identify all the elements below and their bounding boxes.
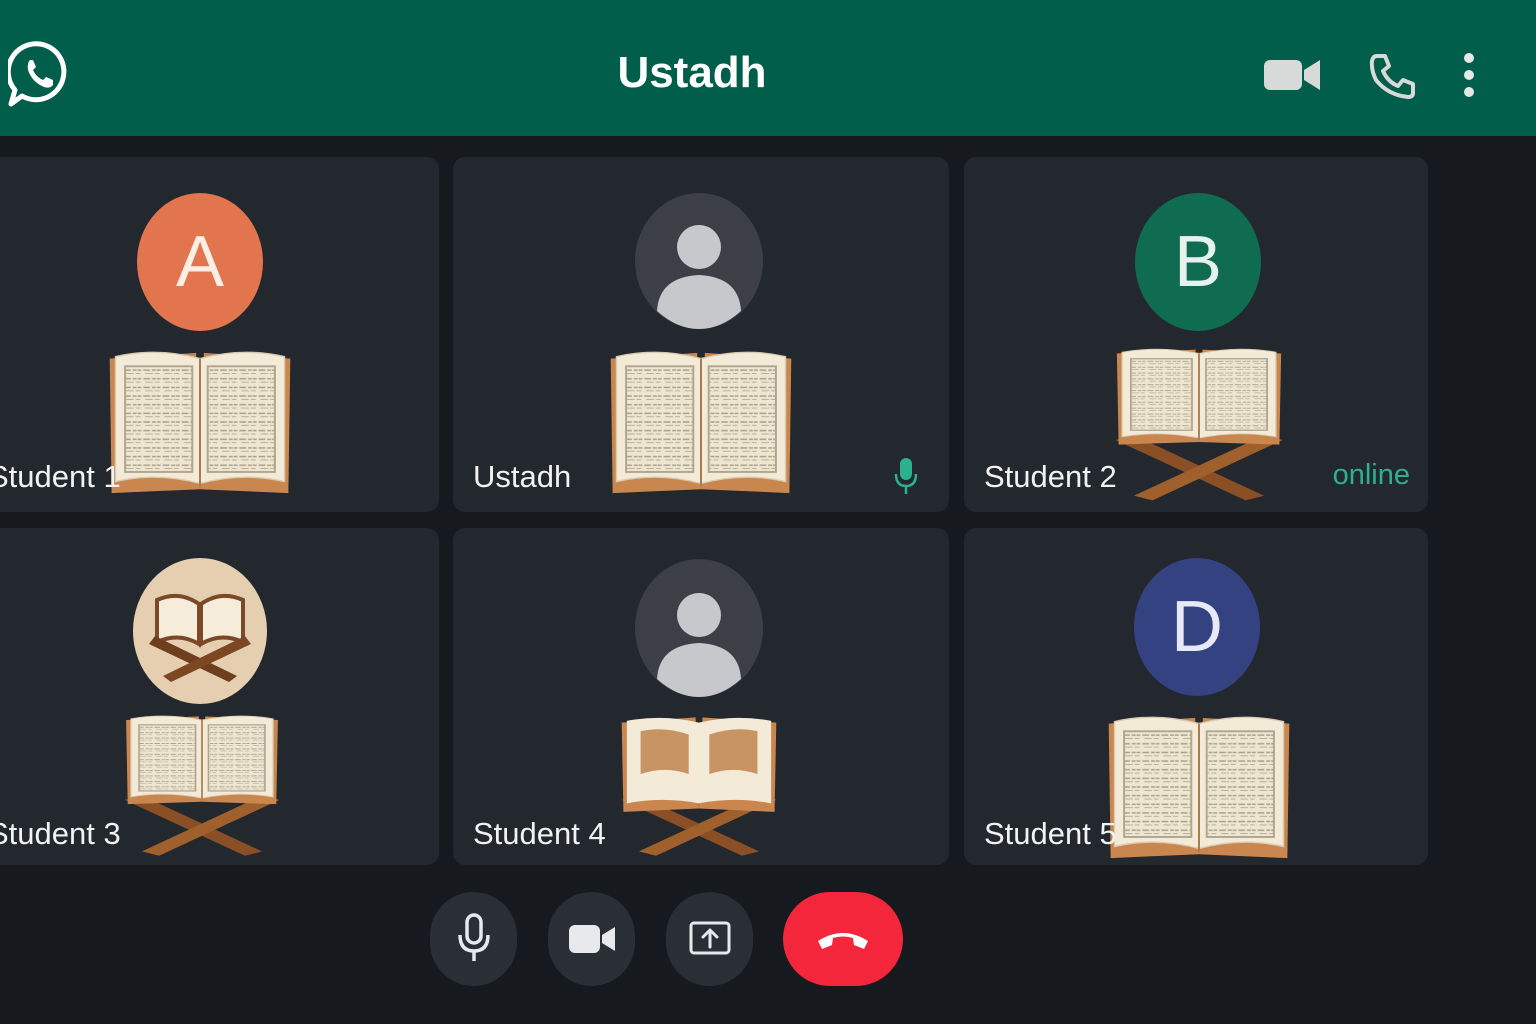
status-badge: online bbox=[1332, 459, 1410, 491]
quran-on-stand-icon bbox=[124, 715, 280, 856]
participant-tile-student-4[interactable]: Student 4 bbox=[453, 528, 949, 865]
participant-name: Ustadh bbox=[473, 459, 572, 494]
video-call-icon[interactable] bbox=[1262, 54, 1322, 96]
avatar-letter: A bbox=[175, 222, 225, 302]
avatar: A bbox=[137, 193, 263, 331]
avatar bbox=[635, 193, 763, 329]
quran-on-stand-icon bbox=[621, 717, 777, 856]
mic-active-icon bbox=[894, 458, 918, 494]
avatar: B bbox=[1135, 193, 1261, 331]
camera-icon bbox=[568, 925, 615, 953]
participant-tile-student-3[interactable]: Student 3 bbox=[0, 528, 439, 865]
camera-button[interactable] bbox=[548, 892, 635, 986]
person-icon bbox=[657, 593, 741, 697]
avatar-letter: B bbox=[1173, 222, 1223, 302]
participant-name: Student 3 bbox=[0, 816, 121, 851]
quran-on-stand-icon bbox=[1115, 348, 1283, 501]
participant-name: Student 1 bbox=[0, 459, 121, 494]
call-header: Ustadh bbox=[0, 0, 1536, 136]
participant-tile-student-1[interactable]: A Student 1 bbox=[0, 157, 439, 512]
participant-tile-student-2[interactable]: B Student 2 online bbox=[964, 157, 1428, 512]
participant-tile-student-5[interactable]: D Student 5 bbox=[964, 528, 1428, 865]
avatar bbox=[635, 559, 763, 697]
avatar: D bbox=[1134, 558, 1260, 696]
quran-stand-icon bbox=[149, 593, 251, 682]
end-call-icon bbox=[818, 933, 868, 949]
avatar-letter: D bbox=[1171, 587, 1223, 667]
call-title: Ustadh bbox=[617, 48, 767, 97]
participant-tile-ustadh[interactable]: Ustadh bbox=[453, 157, 949, 512]
participant-name: Student 5 bbox=[984, 816, 1117, 851]
avatar bbox=[133, 558, 267, 704]
microphone-icon bbox=[457, 913, 490, 961]
participant-name: Student 2 bbox=[984, 459, 1117, 494]
end-call-button[interactable] bbox=[783, 892, 903, 986]
person-icon bbox=[657, 225, 741, 329]
more-options-icon[interactable] bbox=[1455, 50, 1483, 100]
mute-button[interactable] bbox=[430, 892, 517, 986]
open-quran-icon bbox=[609, 351, 793, 495]
open-quran-icon bbox=[1107, 716, 1291, 860]
participant-name: Student 4 bbox=[473, 816, 606, 851]
open-quran-icon bbox=[108, 351, 292, 495]
voice-call-icon[interactable] bbox=[1368, 52, 1416, 100]
screen-share-button[interactable] bbox=[666, 892, 753, 986]
screen-share-icon bbox=[689, 921, 730, 955]
